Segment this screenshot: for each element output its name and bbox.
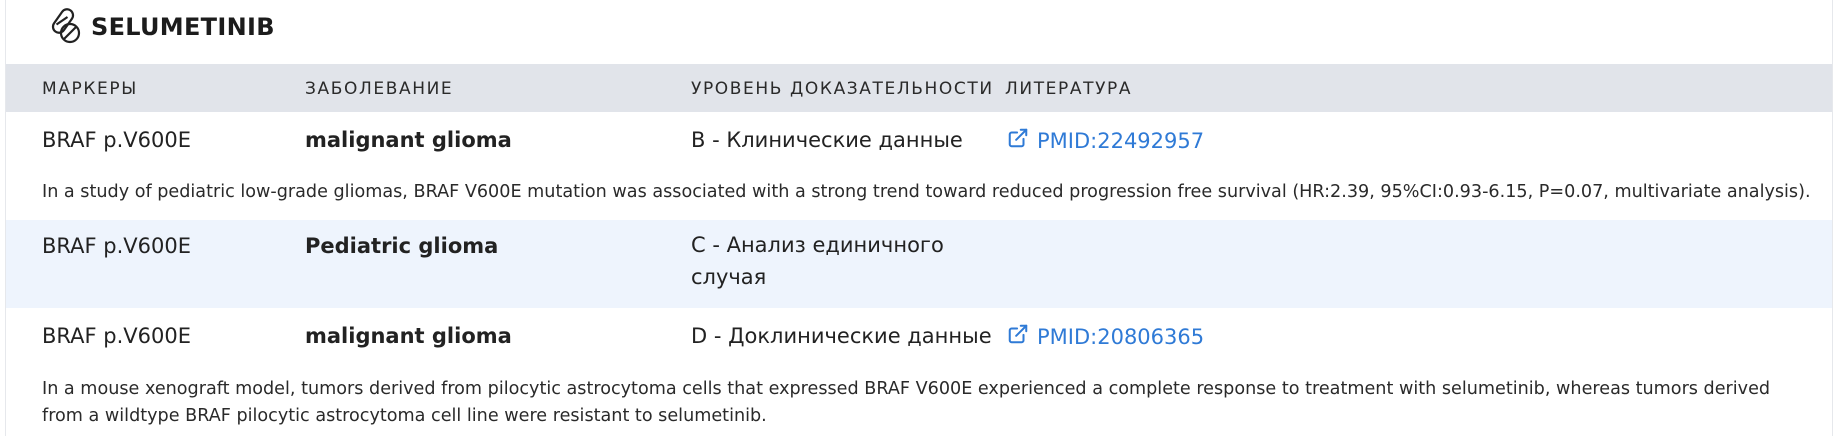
drug-header: SELUMETINIB — [6, 0, 1832, 64]
drug-title: SELUMETINIB — [91, 13, 275, 41]
external-link-icon — [1007, 323, 1029, 350]
external-link-icon — [1007, 127, 1029, 154]
evidence-note: In a study of pediatric low-grade glioma… — [42, 182, 1811, 202]
table-row: BRAF p.V600E Pediatric glioma C - Анализ… — [6, 220, 1832, 308]
pills-icon — [43, 6, 83, 46]
pmid-link[interactable]: PMID:22492957 — [1007, 127, 1204, 154]
marker-cell: BRAF p.V600E — [42, 324, 191, 348]
disease-cell: malignant glioma — [305, 128, 512, 152]
marker-cell: BRAF p.V600E — [42, 128, 191, 152]
evidence-cell: D - Доклинические данные — [691, 324, 992, 348]
drug-card: SELUMETINIB МАРКЕРЫ ЗАБОЛЕВАНИЕ УРОВЕНЬ … — [5, 0, 1833, 436]
pmid-link[interactable]: PMID:20806365 — [1007, 323, 1204, 350]
pmid-link-label: PMID:20806365 — [1037, 324, 1205, 349]
disease-cell: Pediatric glioma — [305, 234, 499, 258]
evidence-note: In a mouse xenograft model, tumors deriv… — [42, 379, 1771, 426]
table-row: BRAF p.V600E malignant glioma D - Доклин… — [6, 308, 1832, 436]
disease-cell: malignant glioma — [305, 324, 512, 348]
header-evidence: УРОВЕНЬ ДОКАЗАТЕЛЬНОСТИ — [691, 79, 994, 99]
marker-cell: BRAF p.V600E — [42, 234, 191, 258]
header-disease: ЗАБОЛЕВАНИЕ — [305, 79, 454, 99]
header-literature: ЛИТЕРАТУРА — [1005, 79, 1133, 99]
evidence-cell: B - Клинические данные — [691, 128, 963, 152]
evidence-cell: C - Анализ единичного случая — [691, 233, 944, 289]
table-header: МАРКЕРЫ ЗАБОЛЕВАНИЕ УРОВЕНЬ ДОКАЗАТЕЛЬНО… — [6, 64, 1832, 112]
pmid-link-label: PMID:22492957 — [1037, 128, 1205, 153]
table-row: BRAF p.V600E malignant glioma B - Клинич… — [6, 112, 1832, 220]
header-markers: МАРКЕРЫ — [42, 79, 138, 99]
